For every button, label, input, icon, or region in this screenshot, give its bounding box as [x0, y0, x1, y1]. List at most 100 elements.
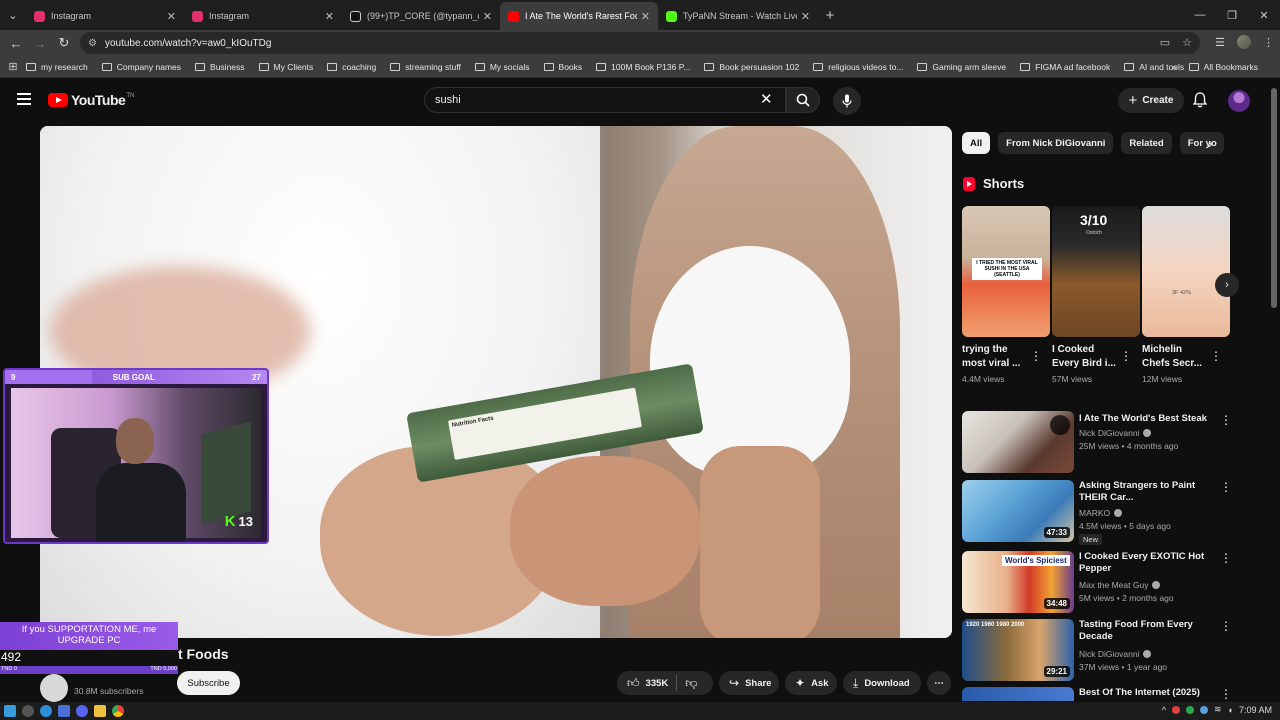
- more-vertical-icon[interactable]: ⋮: [1220, 413, 1232, 427]
- video-thumbnail[interactable]: World's Spiciest 34:48: [962, 551, 1074, 613]
- shorts-next-button[interactable]: ›: [1215, 273, 1239, 297]
- video-thumbnail[interactable]: 47:33: [962, 480, 1074, 542]
- bookmark-folder[interactable]: Books: [543, 62, 582, 72]
- recommended-video[interactable]: Best Of The Internet (2025) ⋮: [962, 687, 1232, 701]
- more-vertical-icon[interactable]: ⋮: [1030, 349, 1042, 363]
- channel-name[interactable]: MARKO: [1079, 508, 1123, 518]
- profile-avatar[interactable]: [1237, 35, 1251, 49]
- ask-button[interactable]: ✦ Ask: [785, 671, 837, 695]
- close-tab-icon[interactable]: ✕: [325, 10, 334, 23]
- bookmark-folder[interactable]: 100M Book P136 P...: [596, 62, 690, 72]
- chevron-up-icon[interactable]: ^: [1162, 705, 1166, 715]
- edge-icon[interactable]: [40, 705, 52, 717]
- notifications-bell-icon[interactable]: [1193, 92, 1207, 108]
- download-button[interactable]: ⤓ Download: [843, 671, 921, 695]
- short-thumbnail[interactable]: 3F 42%: [1142, 206, 1230, 337]
- short-title[interactable]: I Cooked Every Bird i...: [1052, 343, 1122, 371]
- channel-avatar[interactable]: [40, 674, 68, 702]
- reload-icon[interactable]: ↻: [52, 35, 76, 51]
- short-thumbnail[interactable]: I TRIED THE MOST VIRAL SUSHI IN THE USA …: [962, 206, 1050, 337]
- menu-icon[interactable]: [17, 93, 31, 105]
- clock[interactable]: 7:09 AM: [1239, 705, 1272, 715]
- chevron-right-icon[interactable]: ›: [1208, 136, 1212, 151]
- browser-menu-icon[interactable]: ⋮: [1263, 36, 1274, 49]
- short-thumbnail[interactable]: 3/10 Ostrich: [1052, 206, 1140, 337]
- store-icon[interactable]: [58, 705, 70, 717]
- video-title[interactable]: Best Of The Internet (2025): [1079, 687, 1215, 699]
- recommended-video[interactable]: World's Spiciest 34:48 I Cooked Every EX…: [962, 551, 1232, 613]
- more-vertical-icon[interactable]: ⋮: [1220, 687, 1232, 701]
- share-button[interactable]: ↪ Share: [719, 671, 779, 695]
- channel-name[interactable]: Nick DiGiovanni: [1079, 649, 1152, 659]
- search-input[interactable]: sushi: [424, 87, 786, 113]
- browser-tab-active[interactable]: I Ate The World's Rarest Foods ✕: [500, 2, 658, 30]
- all-bookmarks-folder[interactable]: All Bookmarks: [1188, 62, 1258, 72]
- dislike-icon[interactable]: 👎︎: [685, 676, 697, 691]
- tab-search-button[interactable]: ⌄: [0, 0, 26, 30]
- video-title[interactable]: I Ate The World's Best Steak: [1079, 413, 1215, 425]
- more-vertical-icon[interactable]: ⋮: [1220, 480, 1232, 494]
- tray-app-icon[interactable]: [1185, 705, 1194, 714]
- scrollbar-thumb[interactable]: [1271, 88, 1277, 308]
- youtube-logo[interactable]: YouTube TN: [48, 92, 134, 108]
- volume-icon[interactable]: ◖: [1228, 705, 1233, 715]
- bookmark-folder[interactable]: Business: [195, 62, 245, 72]
- subscribe-button[interactable]: Subscribe: [177, 671, 240, 695]
- close-window-icon[interactable]: ✕: [1248, 9, 1280, 22]
- like-icon[interactable]: 👍︎: [627, 676, 640, 691]
- bookmark-folder[interactable]: streaming stuff: [390, 62, 461, 72]
- search-icon[interactable]: [22, 705, 34, 717]
- tray-app-icon[interactable]: [1171, 705, 1180, 714]
- more-vertical-icon[interactable]: ⋮: [1210, 349, 1222, 363]
- bookmark-folder[interactable]: Book persuasion 102: [704, 62, 799, 72]
- tray-app-icon[interactable]: [1199, 705, 1208, 714]
- bookmark-folder[interactable]: Gaming arm sleeve: [917, 62, 1006, 72]
- bookmark-folder[interactable]: coaching: [327, 62, 376, 72]
- site-info-icon[interactable]: ⚙: [88, 38, 97, 49]
- video-title[interactable]: I Cooked Every EXOTIC Hot Pepper: [1079, 551, 1215, 575]
- video-thumbnail[interactable]: 1920 1960 1980 2000 29:21: [962, 619, 1074, 681]
- clear-search-icon[interactable]: ✕: [760, 90, 773, 108]
- back-icon[interactable]: ←: [4, 36, 28, 51]
- close-tab-icon[interactable]: ✕: [641, 10, 650, 23]
- video-thumbnail[interactable]: [962, 411, 1074, 473]
- more-actions-button[interactable]: ⋯: [927, 671, 951, 695]
- chrome-icon[interactable]: [112, 705, 124, 717]
- bookmark-folder[interactable]: My Clients: [258, 62, 313, 72]
- wifi-icon[interactable]: ≋: [1214, 704, 1222, 715]
- browser-tab[interactable]: Instagram ✕: [26, 2, 184, 30]
- chip-all[interactable]: All: [962, 132, 991, 154]
- chip-from-channel[interactable]: From Nick DiGiovanni: [998, 132, 1114, 154]
- close-tab-icon[interactable]: ✕: [483, 10, 492, 23]
- bookmark-folder[interactable]: my research: [26, 62, 88, 72]
- more-vertical-icon[interactable]: ⋮: [1220, 551, 1232, 565]
- recommended-video[interactable]: 1920 1960 1980 2000 29:21 Tasting Food F…: [962, 619, 1232, 681]
- short-title[interactable]: trying the most viral ...: [962, 343, 1032, 371]
- windows-start-icon[interactable]: [4, 705, 16, 717]
- video-title[interactable]: Tasting Food From Every Decade: [1079, 619, 1215, 643]
- channel-name[interactable]: Nick DiGiovanni: [1079, 428, 1152, 438]
- maximize-icon[interactable]: ❐: [1216, 9, 1248, 22]
- more-vertical-icon[interactable]: ⋮: [1120, 349, 1132, 363]
- short-item[interactable]: I TRIED THE MOST VIRAL SUSHI IN THE USA …: [962, 206, 1050, 384]
- account-avatar[interactable]: [1228, 90, 1250, 112]
- bookmark-star-icon[interactable]: ☆: [1182, 36, 1192, 49]
- bookmark-folder[interactable]: My socials: [474, 62, 530, 72]
- short-title[interactable]: Michelin Chefs Secr...: [1142, 343, 1212, 371]
- short-item[interactable]: 3/10 Ostrich I Cooked Every Bird i... 57…: [1052, 206, 1140, 384]
- folder-icon[interactable]: [94, 705, 106, 717]
- chip-for-you[interactable]: For yo: [1179, 132, 1224, 154]
- short-item[interactable]: 3F 42% Michelin Chefs Secr... 12M views …: [1142, 206, 1230, 384]
- recommended-video[interactable]: 47:33 Asking Strangers to Paint THEIR Ca…: [962, 480, 1232, 545]
- video-title[interactable]: Asking Strangers to Paint THEIR Car...: [1079, 480, 1215, 504]
- bookmark-folder[interactable]: Company names: [101, 62, 181, 72]
- more-vertical-icon[interactable]: ⋮: [1220, 619, 1232, 633]
- new-tab-button[interactable]: +: [818, 7, 842, 24]
- more-bookmarks-icon[interactable]: »: [1172, 62, 1177, 72]
- discord-icon[interactable]: [76, 705, 88, 717]
- create-button[interactable]: + Create: [1118, 88, 1184, 113]
- minimize-icon[interactable]: —: [1184, 9, 1216, 21]
- page-scrollbar[interactable]: [1270, 82, 1278, 702]
- video-thumbnail[interactable]: [962, 687, 1074, 701]
- close-tab-icon[interactable]: ✕: [801, 10, 810, 23]
